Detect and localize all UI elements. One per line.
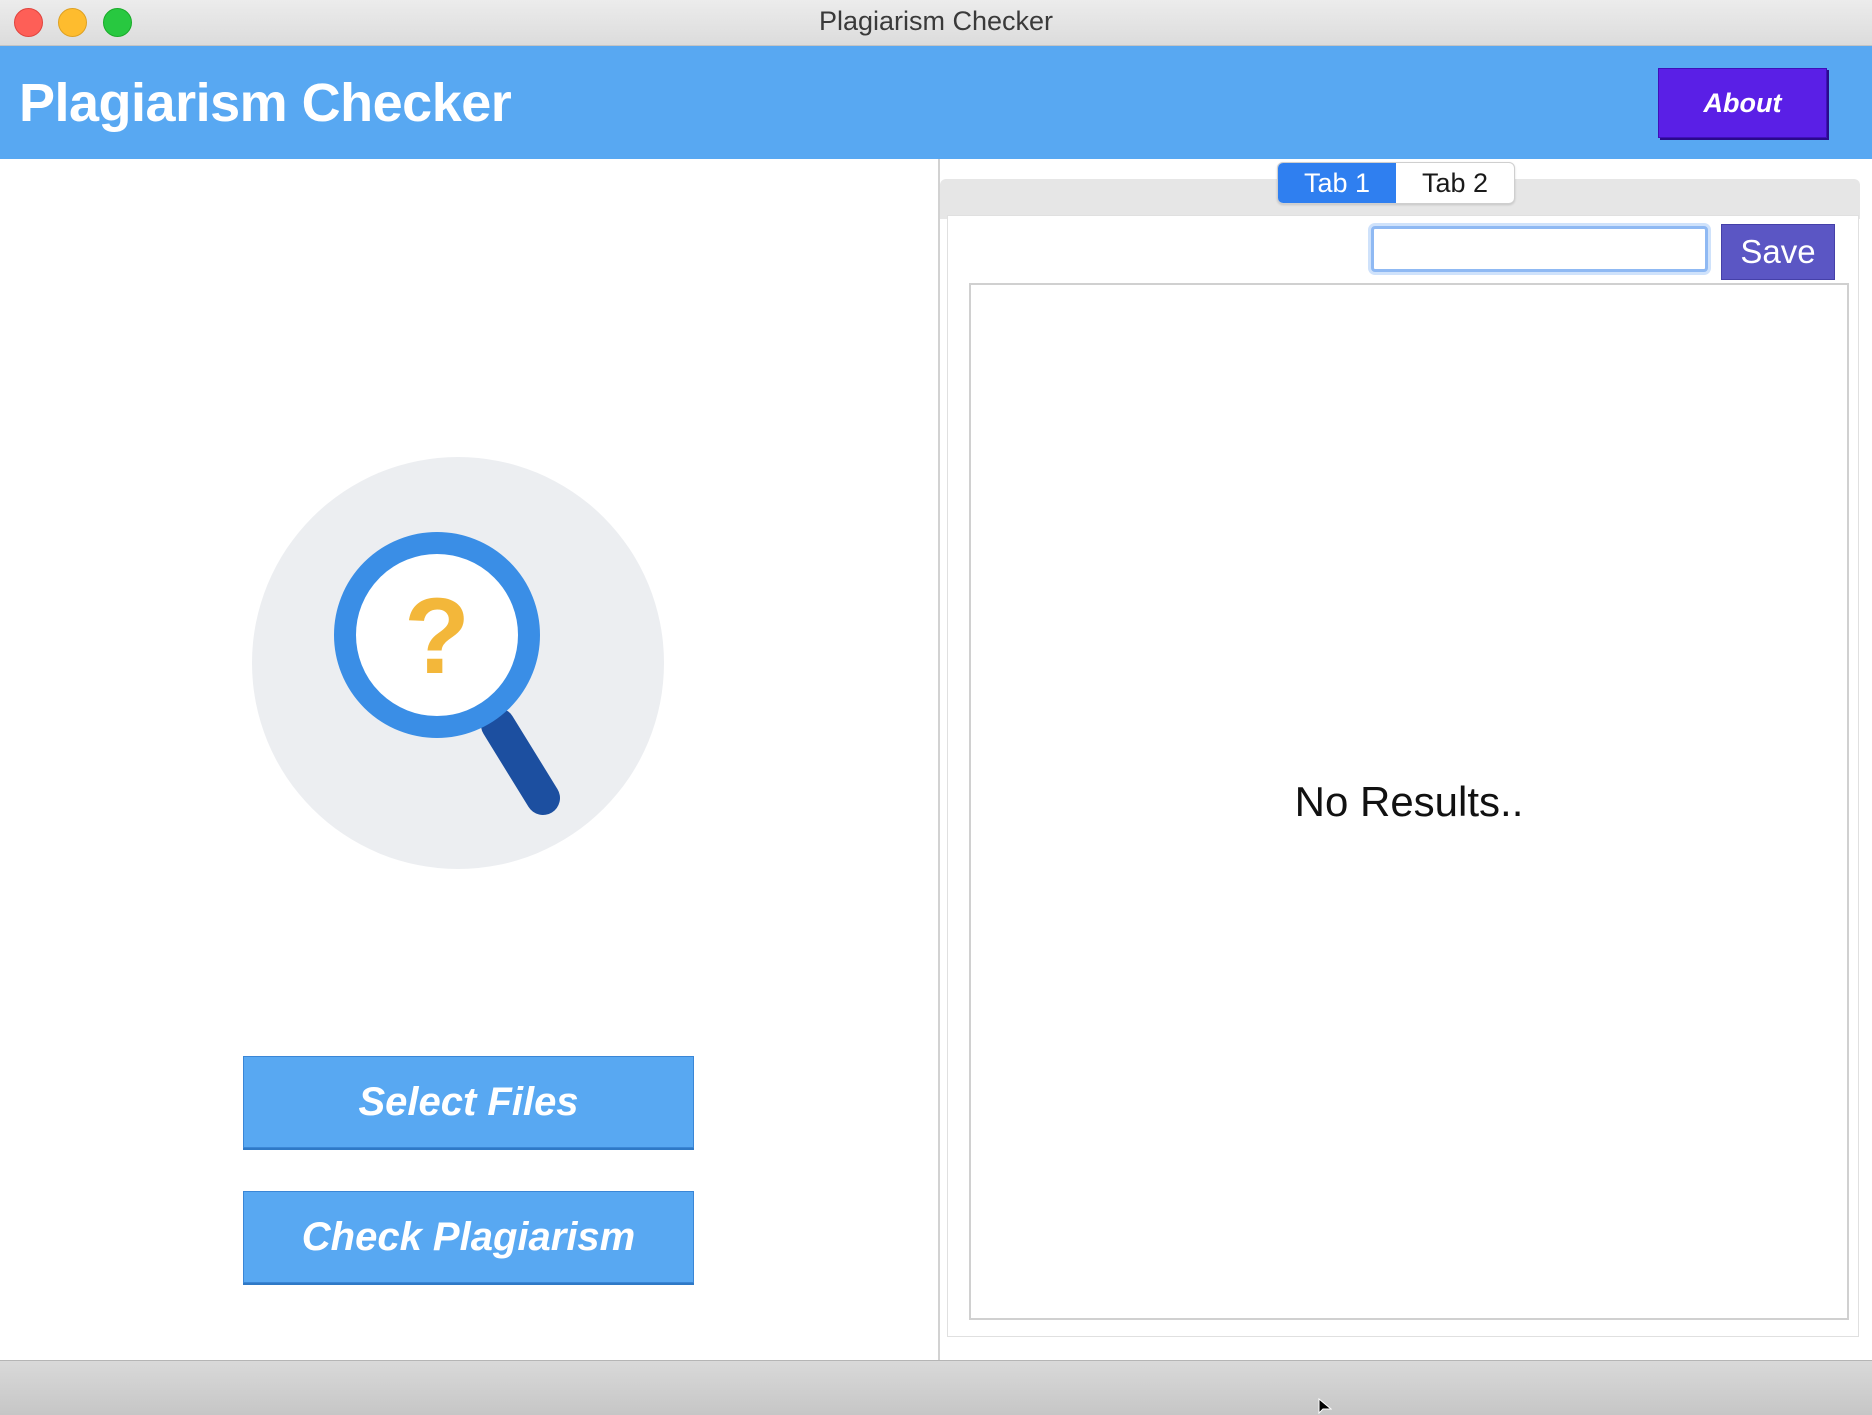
tab-content: Save No Results..	[947, 215, 1859, 1337]
select-files-button[interactable]: Select Files	[243, 1056, 694, 1148]
tab-1[interactable]: Tab 1	[1278, 163, 1396, 203]
right-panel: Save No Results.. Tab 1 Tab 2	[940, 159, 1872, 1360]
app-title: Plagiarism Checker	[19, 73, 512, 133]
tab-switcher: Tab 1 Tab 2	[1277, 162, 1515, 204]
mouse-cursor-icon	[1318, 1398, 1332, 1414]
question-mark: ?	[404, 575, 470, 696]
window-title: Plagiarism Checker	[818, 6, 1054, 36]
save-name-input[interactable]	[1371, 226, 1708, 272]
tab-2[interactable]: Tab 2	[1396, 163, 1514, 203]
save-button[interactable]: Save	[1721, 224, 1835, 280]
about-button[interactable]: About	[1658, 68, 1827, 138]
no-results-message: No Results..	[1294, 777, 1524, 825]
app-header: Plagiarism Checker About	[0, 46, 1872, 159]
results-area: No Results..	[969, 283, 1849, 1320]
bottom-bar	[0, 1360, 1872, 1415]
window-titlebar: Plagiarism Checker	[0, 0, 1872, 46]
magnifier-question-icon: ?	[252, 457, 664, 869]
left-panel: ? Select Files Check Plagiarism	[0, 159, 940, 1360]
check-plagiarism-button[interactable]: Check Plagiarism	[243, 1191, 694, 1283]
